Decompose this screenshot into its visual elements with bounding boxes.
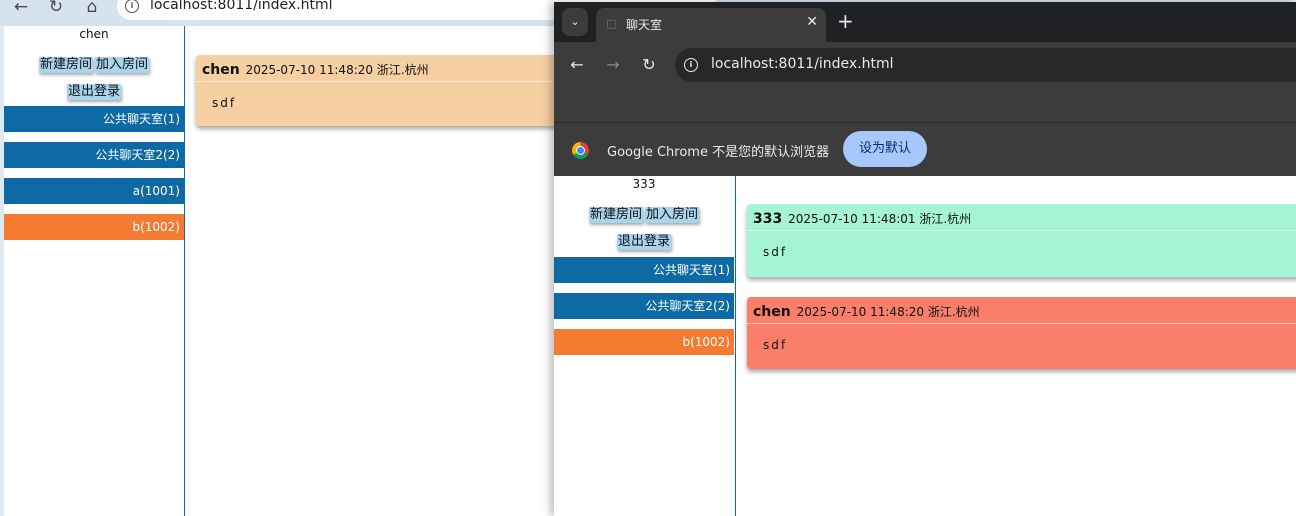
room-item-active[interactable]: b(1002)	[554, 329, 734, 355]
front-toolbar: ← → ↻ i localhost:8011/index.html	[554, 42, 1296, 122]
message-divider	[747, 230, 1296, 231]
message-meta: 2025-07-10 11:48:20 浙江.杭州	[245, 63, 429, 77]
message-author: chen	[753, 304, 791, 320]
room-item[interactable]: 公共聊天室(1)	[4, 106, 184, 132]
message-author: chen	[202, 62, 240, 78]
forward-arrow-icon[interactable]: →	[602, 54, 624, 76]
room-item[interactable]: 公共聊天室2(2)	[554, 293, 734, 319]
tab-search-icon[interactable]: ⌄	[562, 8, 588, 36]
message-divider	[747, 323, 1296, 324]
message-divider	[196, 81, 576, 82]
tab-title: 聊天室	[626, 18, 663, 32]
close-tab-icon[interactable]: ✕	[806, 14, 818, 30]
front-sidebar: 333 新建房间 加入房间 退出登录 公共聊天室(1) 公共聊天室2(2) b(1…	[554, 176, 736, 516]
message-header: chen 2025-07-10 11:48:20 浙江.杭州	[753, 303, 980, 320]
front-page: 333 新建房间 加入房间 退出登录 公共聊天室(1) 公共聊天室2(2) b(1…	[554, 176, 1296, 516]
join-room-button[interactable]: 加入房间	[645, 207, 700, 223]
new-room-button[interactable]: 新建房间	[588, 207, 643, 223]
message-text: sdf	[763, 245, 788, 259]
room-item[interactable]: 公共聊天室(1)	[554, 257, 734, 283]
back-url-text: localhost:8011/index.html	[150, 0, 333, 13]
back-arrow-icon[interactable]: ←	[566, 54, 588, 76]
back-arrow-icon[interactable]: ←	[8, 0, 34, 18]
back-sidebar: chen 新建房间 加入房间 退出登录 公共聊天室(1) 公共聊天室2(2) a(…	[4, 26, 185, 516]
username: 333	[632, 177, 656, 191]
logout-button[interactable]: 退出登录	[66, 84, 121, 100]
home-icon[interactable]: ⌂	[79, 0, 105, 18]
logout-row: 退出登录	[4, 80, 184, 100]
info-icon[interactable]: i	[125, 0, 139, 13]
message-header: chen 2025-07-10 11:48:20 浙江.杭州	[202, 61, 429, 78]
message-meta: 2025-07-10 11:48:20 浙江.杭州	[796, 305, 980, 319]
room-item[interactable]: 公共聊天室2(2)	[4, 142, 184, 168]
tab-chatroom[interactable]: □ 聊天室 ✕	[596, 8, 826, 42]
favicon-icon: □	[606, 17, 617, 30]
message-card: chen 2025-07-10 11:48:20 浙江.杭州 sdf	[747, 297, 1296, 369]
username: chen	[79, 27, 109, 41]
message-card: chen 2025-07-10 11:48:20 浙江.杭州 sdf	[196, 55, 576, 126]
room-action-row: 新建房间 加入房间	[4, 53, 184, 73]
reload-icon[interactable]: ↻	[638, 54, 660, 76]
message-meta: 2025-07-10 11:48:01 浙江.杭州	[788, 212, 972, 226]
front-address-bar[interactable]: i localhost:8011/index.html	[675, 48, 1296, 82]
chrome-logo-icon	[572, 142, 589, 159]
site-info-icon[interactable]: i	[684, 58, 698, 72]
reload-icon[interactable]: ↻	[43, 0, 69, 18]
room-action-row: 新建房间 加入房间	[554, 203, 734, 223]
message-header: 333 2025-07-10 11:48:01 浙江.杭州	[753, 210, 971, 227]
room-item[interactable]: a(1001)	[4, 178, 184, 204]
message-text: sdf	[212, 96, 237, 110]
logout-button[interactable]: 退出登录	[616, 234, 671, 250]
set-default-button[interactable]: 设为默认	[843, 131, 927, 167]
logout-row: 退出登录	[554, 230, 734, 250]
infobar-text: Google Chrome 不是您的默认浏览器	[607, 145, 830, 160]
new-tab-icon[interactable]: +	[837, 9, 854, 33]
default-browser-infobar: Google Chrome 不是您的默认浏览器 设为默认	[554, 122, 1296, 177]
front-browser-window: ⌄ □ 聊天室 ✕ + ← → ↻ i localhost:8011/index…	[554, 2, 1296, 516]
join-room-button[interactable]: 加入房间	[95, 57, 150, 73]
message-author: 333	[753, 211, 783, 227]
front-url-text: localhost:8011/index.html	[711, 56, 894, 72]
new-room-button[interactable]: 新建房间	[38, 57, 93, 73]
tab-strip: ⌄ □ 聊天室 ✕ +	[554, 2, 1296, 42]
message-card: 333 2025-07-10 11:48:01 浙江.杭州 sdf	[747, 204, 1296, 277]
room-item-active[interactable]: b(1002)	[4, 214, 184, 240]
message-text: sdf	[763, 338, 788, 352]
